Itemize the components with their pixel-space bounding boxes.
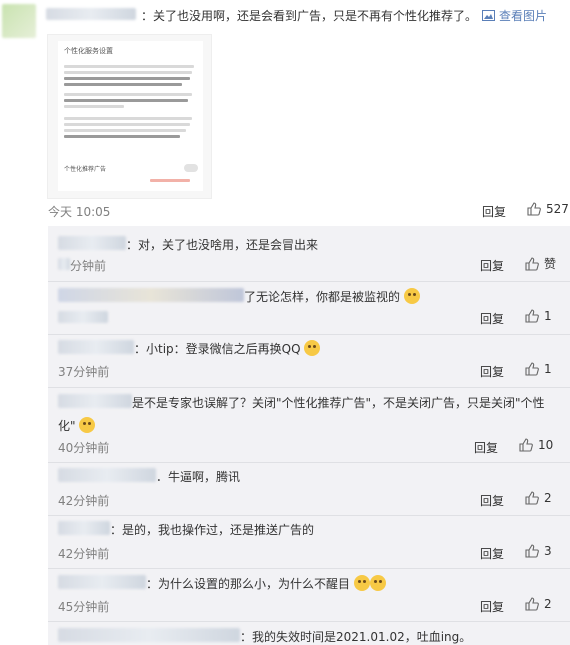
avatar[interactable] [2,4,36,38]
like-button[interactable]: 2 [524,596,552,612]
reply-text: ．牛逼啊，腾讯 [156,470,241,484]
like-button[interactable]: 1 [524,308,552,324]
reply-time: 45分钟前 [58,600,110,614]
reply-text-cont: 化" [58,419,76,433]
reply-username[interactable] [58,628,240,642]
image-icon [482,10,495,21]
reply-button[interactable]: 回复 [482,203,506,220]
reply-username[interactable] [58,575,146,589]
thumbs-up-icon [525,362,539,376]
thumbs-up-icon [525,309,539,323]
thumbs-up-icon [525,544,539,558]
reply-text: 是不是专家也误解了？关闭"个性化推荐广告"，不是关闭广告，只是关闭"个性 [132,396,545,410]
reply-time: 42分钟前 [58,547,110,561]
reply-text: ：为什么设置的那么小，为什么不醒目 [146,577,351,591]
like-button[interactable]: 2 [524,490,552,506]
reply-text: ：对，关了也没啥用，还是会冒出来 [126,238,319,252]
emoji-icon [403,288,420,304]
reply-text: ：我的失效时间是2021.01.02，吐血ing。 [240,630,472,644]
like-count: 527 [546,202,569,216]
image-title: 个性化服务设置 [64,47,113,55]
toggle-switch [184,164,198,172]
comment-image-thumbnail[interactable]: 个性化服务设置 个性化推荐广告 [47,34,212,199]
reply-time: 分钟前 [70,259,107,273]
reply-time: 40分钟前 [58,441,110,455]
thumbs-up-icon [519,438,533,452]
reply-button[interactable]: 回复 [480,257,504,274]
like-count: 赞 [544,257,557,271]
reply-text: 了无论怎样，你都是被监视的 [244,290,401,304]
image-toggle-label: 个性化推荐广告 [64,166,107,173]
reply-username[interactable] [58,340,134,354]
thumbs-up-icon [527,202,541,216]
reply-username[interactable] [58,288,244,302]
comment-time: 今天 10:05 [48,205,111,219]
reply-username[interactable] [58,394,132,408]
reply-username[interactable] [58,236,126,250]
reply-button[interactable]: 回复 [480,492,504,509]
reply-button[interactable]: 回复 [474,439,498,456]
thumbs-up-icon [525,491,539,505]
like-count: 3 [544,544,552,558]
reply-button[interactable]: 回复 [480,545,504,562]
reply-time: 37分钟前 [58,365,110,379]
reply-button[interactable]: 回复 [480,363,504,380]
like-count: 2 [544,597,552,611]
like-button[interactable]: 10 [518,437,553,453]
reply-time: 42分钟前 [58,494,110,508]
emoji-icon [304,340,321,356]
question-emoji-icon [369,575,386,591]
view-image-link[interactable]: 查看图片 [482,7,547,24]
thumbs-up-icon [525,597,539,611]
comment-text: ：关了也没用啊，还是会看到广告，只是不再有个性化推荐了。 [141,9,478,23]
reply-username[interactable] [58,468,156,482]
reply-text: ：是的，我也操作过，还是推送广告的 [110,523,315,537]
like-button[interactable]: 3 [524,543,552,559]
reply-text: ：小tip：登录微信之后再换QQ [134,342,301,356]
username-blurred[interactable] [46,8,136,20]
reply-button[interactable]: 回复 [480,598,504,615]
like-count: 10 [538,438,554,452]
reply-button[interactable]: 回复 [480,310,504,327]
laugh-emoji-icon [79,417,96,433]
like-button[interactable]: 1 [524,361,552,377]
like-count: 2 [544,491,552,505]
like-button[interactable]: 527 [526,201,569,217]
like-button[interactable]: 赞 [524,255,556,272]
reply-username[interactable] [58,521,110,535]
question-emoji-icon [353,575,370,591]
thumbs-up-icon [525,256,539,271]
like-count: 1 [544,362,552,376]
like-count: 1 [544,309,552,323]
view-image-label: 查看图片 [499,9,548,23]
